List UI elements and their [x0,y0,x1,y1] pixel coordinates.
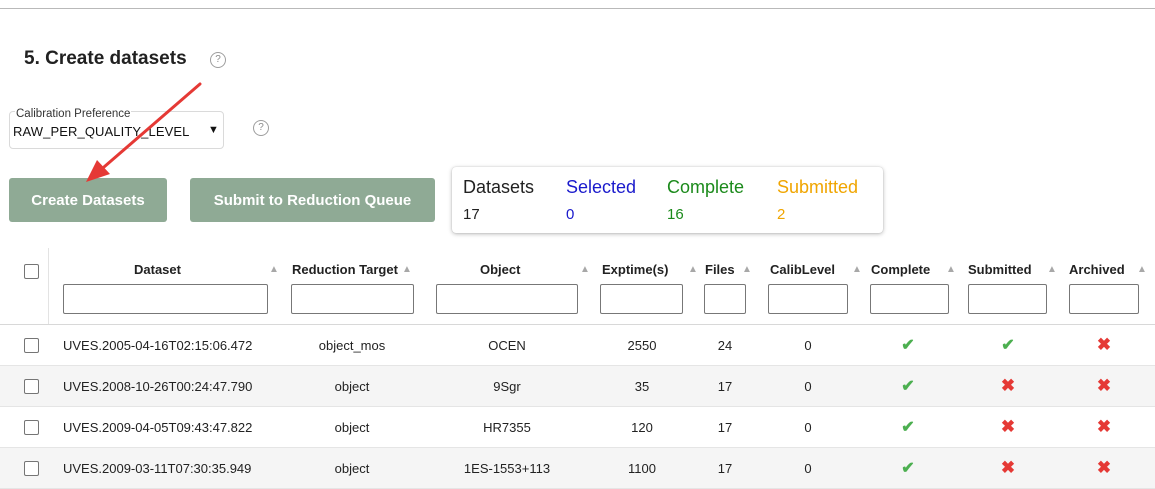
stat-submitted-label: Submitted [777,177,859,197]
submitted-check-icon: ✔ [1001,337,1015,354]
sort-asc-icon[interactable]: ▲ [1137,264,1147,275]
cell-calib: 0 [804,420,812,435]
filter-input-object[interactable] [436,284,578,314]
filter-input-dataset[interactable] [63,284,268,314]
filter-input-submitted[interactable] [968,284,1047,314]
create-datasets-button[interactable]: Create Datasets [9,178,167,222]
row-select-checkbox[interactable] [24,420,39,435]
cell-dataset: UVES.2005-04-16T02:15:06.472 [63,338,253,353]
cell-calib: 0 [804,461,812,476]
submitted-cross-icon: ✖ [1000,376,1016,395]
archived-cross-icon: ✖ [1096,458,1112,477]
stat-selected-label: Selected [566,177,637,197]
filter-input-files[interactable] [704,284,746,314]
calibration-preference-label: Calibration Preference [15,108,132,120]
sort-asc-icon[interactable]: ▲ [1047,264,1057,275]
column-header-exptime[interactable]: Exptime(s) [602,262,668,277]
stat-complete-label: Complete [667,177,745,197]
stat-datasets-value: 17 [463,206,480,223]
submit-to-reduction-queue-button[interactable]: Submit to Reduction Queue [190,178,435,222]
column-header-object[interactable]: Object [480,262,520,277]
cell-calib: 0 [804,379,812,394]
complete-check-icon: ✔ [901,460,915,477]
sort-asc-icon[interactable]: ▲ [269,264,279,275]
archived-cross-icon: ✖ [1096,376,1112,395]
cell-target: object [334,461,370,476]
cell-files: 17 [717,379,733,394]
column-header-archived[interactable]: Archived [1069,262,1125,277]
column-header-dataset[interactable]: Dataset [134,262,181,277]
cell-target: object [334,420,370,435]
cell-target: object_mos [318,338,386,353]
archived-cross-icon: ✖ [1096,335,1112,354]
sort-asc-icon[interactable]: ▲ [688,264,698,275]
cell-dataset: UVES.2008-10-26T00:24:47.790 [63,379,253,394]
cell-calib: 0 [804,338,812,353]
cell-object: 9Sgr [493,379,521,394]
cell-files: 17 [717,420,733,435]
submitted-cross-icon: ✖ [1000,458,1016,477]
stat-datasets-label: Datasets [463,177,535,197]
top-divider [0,8,1155,9]
filter-input-exptime[interactable] [600,284,683,314]
calibration-help-icon[interactable]: ? [253,120,269,136]
complete-check-icon: ✔ [901,337,915,354]
calibration-preference-value: RAW_PER_QUALITY_LEVEL [13,124,190,139]
filter-input-complete[interactable] [870,284,949,314]
archived-cross-icon: ✖ [1096,417,1112,436]
filter-input-target[interactable] [291,284,414,314]
column-header-submitted[interactable]: Submitted [968,262,1032,277]
cell-exptime: 1100 [628,461,656,476]
select-all-checkbox[interactable] [24,264,39,279]
cell-files: 24 [717,338,733,353]
sort-asc-icon[interactable]: ▲ [852,264,862,275]
section-help-icon[interactable]: ? [210,52,226,68]
stat-complete-value: 16 [667,206,684,223]
cell-object: HR7355 [483,420,531,435]
column-header-files[interactable]: Files [705,262,735,277]
cell-dataset: UVES.2009-04-05T09:43:47.822 [63,420,253,435]
column-divider [48,248,49,324]
dataset-stats-card: Datasets 17 Selected 0 Complete 16 Submi… [452,167,883,233]
complete-check-icon: ✔ [901,378,915,395]
row-select-checkbox[interactable] [24,461,39,476]
cell-exptime: 2550 [627,338,657,353]
cell-exptime: 35 [634,379,650,394]
row-select-checkbox[interactable] [24,379,39,394]
column-header-complete[interactable]: Complete [871,262,930,277]
complete-check-icon: ✔ [901,419,915,436]
sort-asc-icon[interactable]: ▲ [742,264,752,275]
sort-asc-icon[interactable]: ▲ [580,264,590,275]
column-header-calib[interactable]: CalibLevel [770,262,835,277]
sort-asc-icon[interactable]: ▲ [402,264,412,275]
cell-dataset: UVES.2009-03-11T07:30:35.949 [63,461,252,476]
sort-asc-icon[interactable]: ▲ [946,264,956,275]
cell-object: OCEN [488,338,526,353]
cell-target: object [334,379,370,394]
dropdown-caret-icon: ▼ [208,124,219,136]
filter-input-calib[interactable] [768,284,848,314]
submitted-cross-icon: ✖ [1000,417,1016,436]
cell-object: 1ES-1553+113 [463,461,551,476]
row-select-checkbox[interactable] [24,338,39,353]
filter-input-archived[interactable] [1069,284,1139,314]
column-header-target[interactable]: Reduction Target [292,262,398,277]
stat-submitted-value: 2 [777,206,786,223]
cell-files: 17 [717,461,733,476]
cell-exptime: 120 [631,420,653,435]
section-title: 5. Create datasets [24,48,187,69]
stat-selected-value: 0 [566,206,575,223]
